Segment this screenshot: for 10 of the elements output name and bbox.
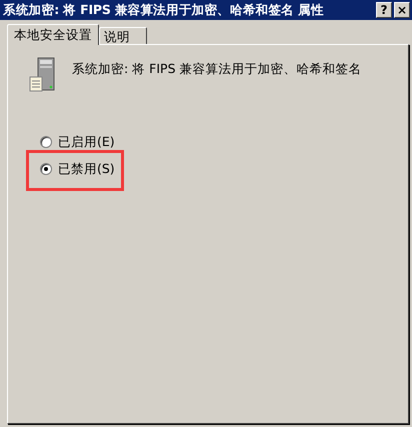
help-button[interactable]: ? bbox=[376, 2, 392, 18]
policy-name: 系统加密: 将 FIPS 兼容算法用于加密、哈希和签名 bbox=[72, 60, 362, 78]
tab[interactable]: 本地安全设置 bbox=[7, 24, 99, 45]
tab[interactable]: 说明 bbox=[99, 27, 147, 45]
radio-label[interactable]: 已禁用(S) bbox=[58, 160, 115, 178]
window-title: 系统加密: 将 FIPS 兼容算法用于加密、哈希和签名 属性 bbox=[3, 0, 325, 19]
radio-button[interactable] bbox=[40, 136, 52, 148]
radio-label[interactable]: 已启用(E) bbox=[58, 133, 115, 152]
close-button[interactable]: × bbox=[394, 2, 410, 18]
radio-button[interactable] bbox=[40, 163, 52, 176]
